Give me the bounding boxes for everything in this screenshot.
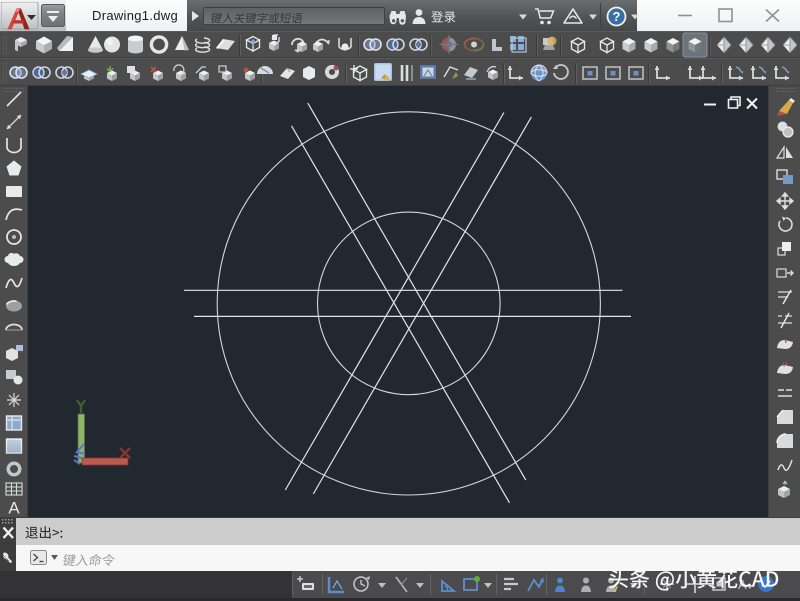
svg-text:?: ? (613, 9, 621, 24)
svg-text:A: A (8, 499, 20, 518)
